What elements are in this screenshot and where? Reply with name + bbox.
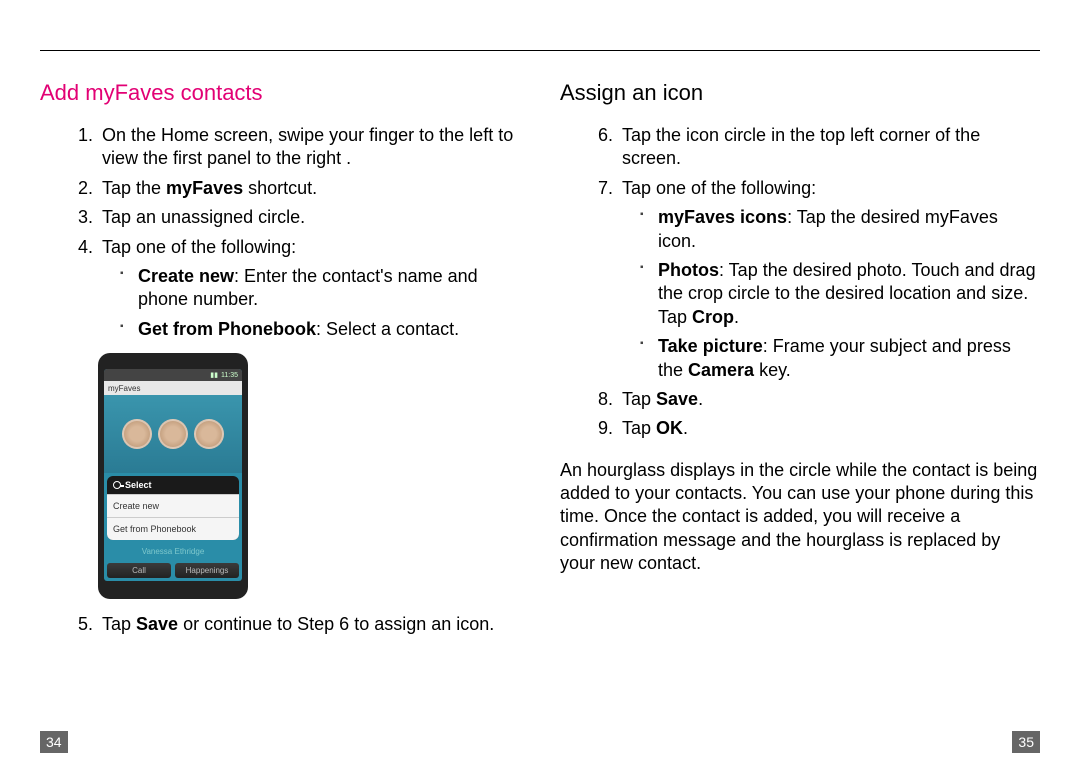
step-8: Tap Save. <box>618 388 1040 411</box>
step-4-sublist: Create new: Enter the contact's name and… <box>102 265 520 341</box>
page-number-left: 34 <box>40 731 68 753</box>
step-7c-bold2: Camera <box>688 360 754 380</box>
step-7: Tap one of the following: myFaves icons:… <box>618 177 1040 382</box>
step-4: Tap one of the following: Create new: En… <box>98 236 520 342</box>
faces-row <box>104 395 242 473</box>
phone-screen: ▮▮ 11:35 myFaves <box>104 369 242 581</box>
step-9-post: . <box>683 418 688 438</box>
panel-row-get-phonebook: Get from Phonebook <box>107 517 239 540</box>
step-3: Tap an unassigned circle. <box>98 206 520 229</box>
right-steps-list: Tap the icon circle in the top left corn… <box>560 124 1040 441</box>
face-avatar-1 <box>122 419 152 449</box>
step-7b-post2: . <box>734 307 739 327</box>
step-8-bold: Save <box>656 389 698 409</box>
step-7b: Photos: Tap the desired photo. Touch and… <box>640 259 1040 329</box>
step-4a: Create new: Enter the contact's name and… <box>120 265 520 312</box>
step-7a-bold: myFaves icons <box>658 207 787 227</box>
step-7a: myFaves icons: Tap the desired myFaves i… <box>640 206 1040 253</box>
step-8-post: . <box>698 389 703 409</box>
left-column: Add myFaves contacts On the Home screen,… <box>40 80 520 715</box>
step-7-sublist: myFaves icons: Tap the desired myFaves i… <box>622 206 1040 382</box>
step-7b-bold: Photos <box>658 260 719 280</box>
step-4-text: Tap one of the following: <box>102 237 296 257</box>
step-2-post: shortcut. <box>243 178 317 198</box>
face-avatar-3 <box>194 419 224 449</box>
step-5-post: or continue to Step 6 to assign an icon. <box>178 614 494 634</box>
heading-add-myfaves: Add myFaves contacts <box>40 80 520 106</box>
heading-assign-icon: Assign an icon <box>560 80 1040 106</box>
page-number-right: 35 <box>1012 731 1040 753</box>
top-rule <box>40 50 1040 51</box>
step-4b: Get from Phonebook: Select a contact. <box>120 318 520 341</box>
step-5-bold: Save <box>136 614 178 634</box>
left-steps-list: On the Home screen, swipe your finger to… <box>40 124 520 341</box>
step-9-pre: Tap <box>622 418 656 438</box>
manual-spread: Add myFaves contacts On the Home screen,… <box>0 0 1080 775</box>
signal-icon: ▮▮ <box>210 371 218 379</box>
step-2-pre: Tap the <box>102 178 166 198</box>
status-bar: ▮▮ 11:35 <box>104 369 242 381</box>
contact-name: Vanessa Ethridge <box>104 543 242 560</box>
call-button: Call <box>107 563 171 578</box>
step-6: Tap the icon circle in the top left corn… <box>618 124 1040 171</box>
step-2: Tap the myFaves shortcut. <box>98 177 520 200</box>
step-4b-rest: : Select a contact. <box>316 319 459 339</box>
step-5-pre: Tap <box>102 614 136 634</box>
step-1: On the Home screen, swipe your finger to… <box>98 124 520 171</box>
select-icon <box>113 481 121 489</box>
bottom-buttons: Call Happenings <box>104 560 242 581</box>
step-4b-bold: Get from Phonebook <box>138 319 316 339</box>
left-steps-list-2: Tap Save or continue to Step 6 to assign… <box>40 613 520 636</box>
status-time: 11:35 <box>221 372 238 379</box>
closing-paragraph: An hourglass displays in the circle whil… <box>560 459 1040 576</box>
step-9-bold: OK <box>656 418 683 438</box>
step-7-text: Tap one of the following: <box>622 178 816 198</box>
step-7b-bold2: Crop <box>692 307 734 327</box>
panel-header-text: Select <box>125 480 152 490</box>
happenings-button: Happenings <box>175 563 239 578</box>
step-7c-bold: Take picture <box>658 336 763 356</box>
right-column: Assign an icon Tap the icon circle in th… <box>560 80 1040 715</box>
title-bar: myFaves <box>104 381 242 395</box>
select-panel: Select Create new Get from Phonebook <box>107 476 239 540</box>
panel-row-create-new: Create new <box>107 494 239 517</box>
step-7c-post2: key. <box>754 360 791 380</box>
step-7c: Take picture: Frame your subject and pre… <box>640 335 1040 382</box>
step-2-bold: myFaves <box>166 178 243 198</box>
screen-title: myFaves <box>108 384 140 393</box>
phone-body: ▮▮ 11:35 myFaves <box>98 353 248 599</box>
phone-illustration: ▮▮ 11:35 myFaves <box>40 353 520 599</box>
step-8-pre: Tap <box>622 389 656 409</box>
face-avatar-2 <box>158 419 188 449</box>
step-5: Tap Save or continue to Step 6 to assign… <box>98 613 520 636</box>
columns: Add myFaves contacts On the Home screen,… <box>40 80 1040 715</box>
step-4a-bold: Create new <box>138 266 234 286</box>
step-9: Tap OK. <box>618 417 1040 440</box>
panel-header: Select <box>107 476 239 494</box>
